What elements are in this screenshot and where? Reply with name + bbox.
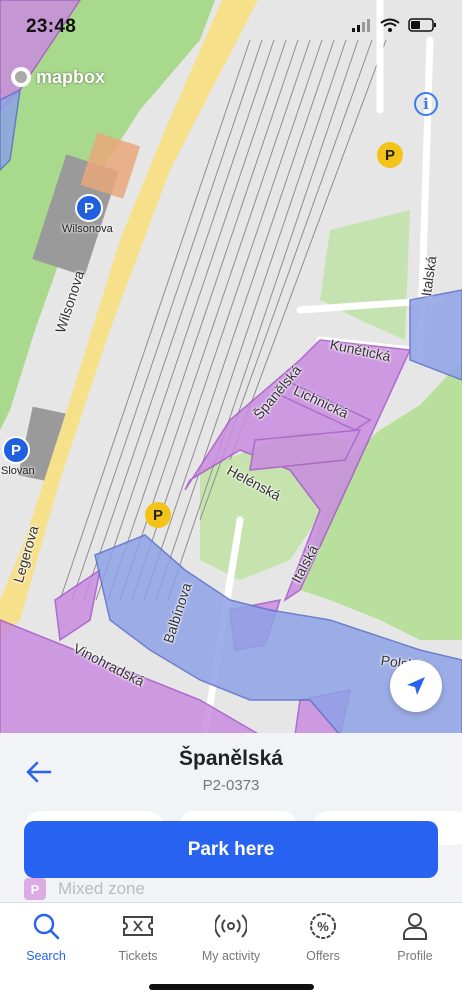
paid-parking-pin[interactable]: P (377, 142, 403, 168)
info-button[interactable]: i (414, 92, 438, 116)
offers-icon: % (310, 913, 336, 939)
mapbox-icon (11, 67, 31, 87)
tab-my-activity[interactable]: My activity (185, 911, 277, 963)
tab-label: Tickets (118, 949, 158, 963)
zone-code: P2-0373 (202, 777, 260, 794)
profile-icon (403, 913, 427, 940)
status-bar: 23:48 (0, 0, 462, 56)
activity-icon (215, 914, 247, 938)
tab-offers[interactable]: % Offers (277, 911, 369, 963)
poi-label: Slovan (1, 465, 35, 477)
navigation-arrow-icon (407, 677, 425, 695)
battery-icon (408, 18, 436, 32)
poi-label: Wilsonova (62, 223, 113, 235)
status-icons (352, 18, 438, 32)
tab-label: Search (26, 949, 66, 963)
map-view[interactable]: 23:48 mapbox i Wilsonova Legerova Vinohr… (0, 0, 462, 735)
svg-text:%: % (317, 919, 329, 934)
zone-title: Španělská (179, 747, 283, 770)
home-indicator (149, 984, 314, 990)
mapbox-text: mapbox (36, 66, 106, 87)
search-icon (33, 913, 60, 940)
park-here-button[interactable]: Park here (24, 821, 438, 878)
tab-label: Offers (306, 949, 340, 963)
tab-search[interactable]: Search (0, 911, 92, 963)
paid-parking-pin[interactable]: P (145, 502, 171, 528)
zone-type-label: Mixed zone (58, 879, 145, 898)
zone-type: P Mixed zone (24, 878, 145, 900)
tab-label: My activity (201, 949, 261, 963)
ticket-icon (123, 916, 153, 936)
parking-pin[interactable]: P (75, 194, 103, 222)
status-time: 23:48 (26, 16, 77, 37)
zone-type-badge: P (24, 878, 46, 900)
parking-pin[interactable]: P (2, 436, 30, 464)
tab-profile[interactable]: Profile (369, 911, 461, 963)
signal-icon (352, 19, 370, 32)
mapbox-logo: mapbox (10, 66, 105, 88)
wifi-icon (380, 18, 400, 32)
map-canvas (0, 0, 462, 735)
tab-label: Profile (397, 949, 433, 963)
locate-me-button[interactable] (390, 660, 442, 712)
tab-tickets[interactable]: Tickets (92, 911, 184, 963)
